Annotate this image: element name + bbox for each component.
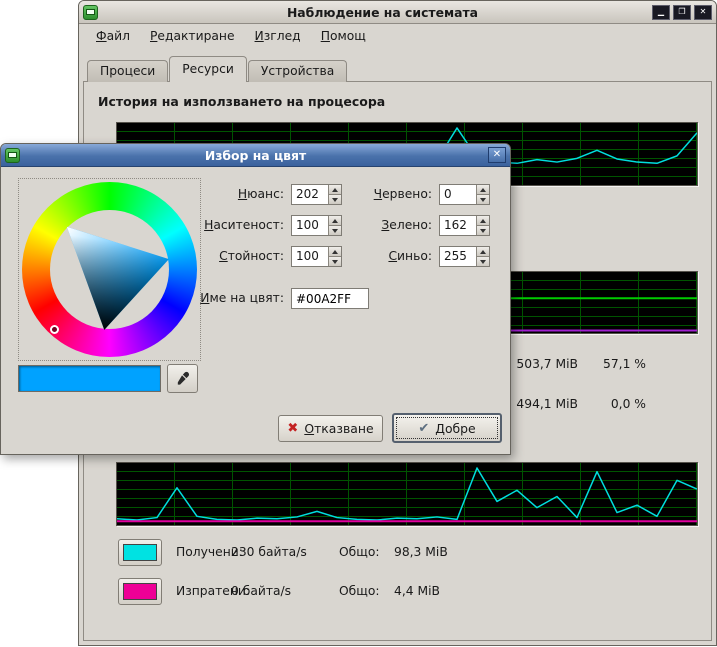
green-label: Зелено:: [331, 218, 432, 232]
cancel-button-label: Отказване: [304, 421, 373, 436]
color-wheel-area: [18, 178, 201, 361]
sent-color-button[interactable]: [118, 578, 162, 605]
memory-percent: 57,1 %: [603, 357, 646, 371]
swap-percent: 0,0 %: [611, 397, 646, 411]
green-spinner[interactable]: 162: [439, 215, 490, 236]
received-total-value: 98,3 MiB: [394, 545, 448, 559]
network-history-chart: [116, 462, 698, 526]
received-total-label: Общо:: [339, 545, 380, 559]
color-name-label: Име на цвят:: [151, 291, 284, 305]
dialog-close-icon[interactable]: ✕: [488, 147, 506, 163]
received-color-button[interactable]: [118, 539, 162, 566]
menu-help[interactable]: Помощ: [312, 26, 375, 46]
spin-down-icon[interactable]: [477, 225, 489, 235]
ok-button[interactable]: ✔ Добре: [392, 413, 502, 443]
ok-button-label: Добре: [435, 421, 475, 436]
menubar: Файл Редактиране Изглед Помощ: [79, 24, 716, 48]
sent-value: 0 байта/s: [231, 584, 291, 598]
blue-spinner[interactable]: 255: [439, 246, 490, 267]
menu-view[interactable]: Изглед: [246, 26, 310, 46]
blue-label: Синьо:: [331, 249, 432, 263]
ok-check-icon: ✔: [418, 421, 429, 436]
current-color-preview: [18, 365, 161, 392]
saturation-label: Наситеност:: [151, 218, 284, 232]
red-label: Червено:: [331, 187, 432, 201]
sent-total-value: 4,4 MiB: [394, 584, 440, 598]
tab-processes[interactable]: Процеси: [87, 60, 168, 82]
spin-up-icon[interactable]: [477, 185, 489, 194]
spin-down-icon[interactable]: [477, 256, 489, 266]
tab-devices[interactable]: Устройства: [248, 60, 347, 82]
value-value[interactable]: 100: [292, 247, 328, 266]
received-value: 230 байта/s: [231, 545, 307, 559]
value-label: Стойност:: [151, 249, 284, 263]
dialog-titlebar[interactable]: Избор на цвят ✕: [1, 144, 510, 167]
spin-down-icon[interactable]: [477, 194, 489, 204]
sent-color-swatch: [123, 583, 157, 600]
blue-value[interactable]: 255: [440, 247, 476, 266]
hue-marker[interactable]: [50, 325, 59, 334]
sent-total-label: Общо:: [339, 584, 380, 598]
main-window-title: Наблюдение на системата: [119, 5, 646, 20]
red-spinner[interactable]: 0: [439, 184, 490, 205]
received-color-swatch: [123, 544, 157, 561]
tab-resources[interactable]: Ресурси: [169, 56, 247, 82]
color-picker-dialog: Избор на цвят ✕: [0, 143, 511, 455]
eyedropper-icon: [175, 371, 190, 386]
hue-value[interactable]: 202: [292, 185, 328, 204]
cpu-history-title: История на използването на процесора: [98, 94, 385, 109]
saturation-value[interactable]: 100: [292, 216, 328, 235]
cancel-button[interactable]: ✖ Отказване: [278, 415, 383, 442]
menu-file[interactable]: Файл: [87, 26, 139, 46]
minimize-icon[interactable]: ▁: [652, 5, 670, 20]
spin-up-icon[interactable]: [477, 247, 489, 256]
eyedropper-button[interactable]: [167, 364, 198, 393]
dialog-app-icon: [5, 148, 20, 163]
green-value[interactable]: 162: [440, 216, 476, 235]
hue-label: Нюанс:: [151, 187, 284, 201]
system-monitor-icon: [83, 5, 98, 20]
close-icon[interactable]: ✕: [694, 5, 712, 20]
swap-total: 494,1 MiB: [516, 397, 578, 411]
spin-up-icon[interactable]: [477, 216, 489, 225]
main-titlebar[interactable]: Наблюдение на системата ▁ ❐ ✕: [79, 1, 716, 24]
maximize-icon[interactable]: ❐: [673, 5, 691, 20]
menu-edit[interactable]: Редактиране: [141, 26, 244, 46]
network-lines: [117, 463, 697, 525]
dialog-title: Избор на цвят: [31, 148, 480, 163]
cancel-x-icon: ✖: [287, 421, 298, 436]
color-name-input[interactable]: [291, 288, 369, 309]
desktop: Наблюдение на системата ▁ ❐ ✕ Файл Редак…: [0, 0, 717, 647]
tab-bar: Процеси Ресурси Устройства: [87, 56, 348, 82]
memory-total: 503,7 MiB: [516, 357, 578, 371]
red-value[interactable]: 0: [440, 185, 476, 204]
